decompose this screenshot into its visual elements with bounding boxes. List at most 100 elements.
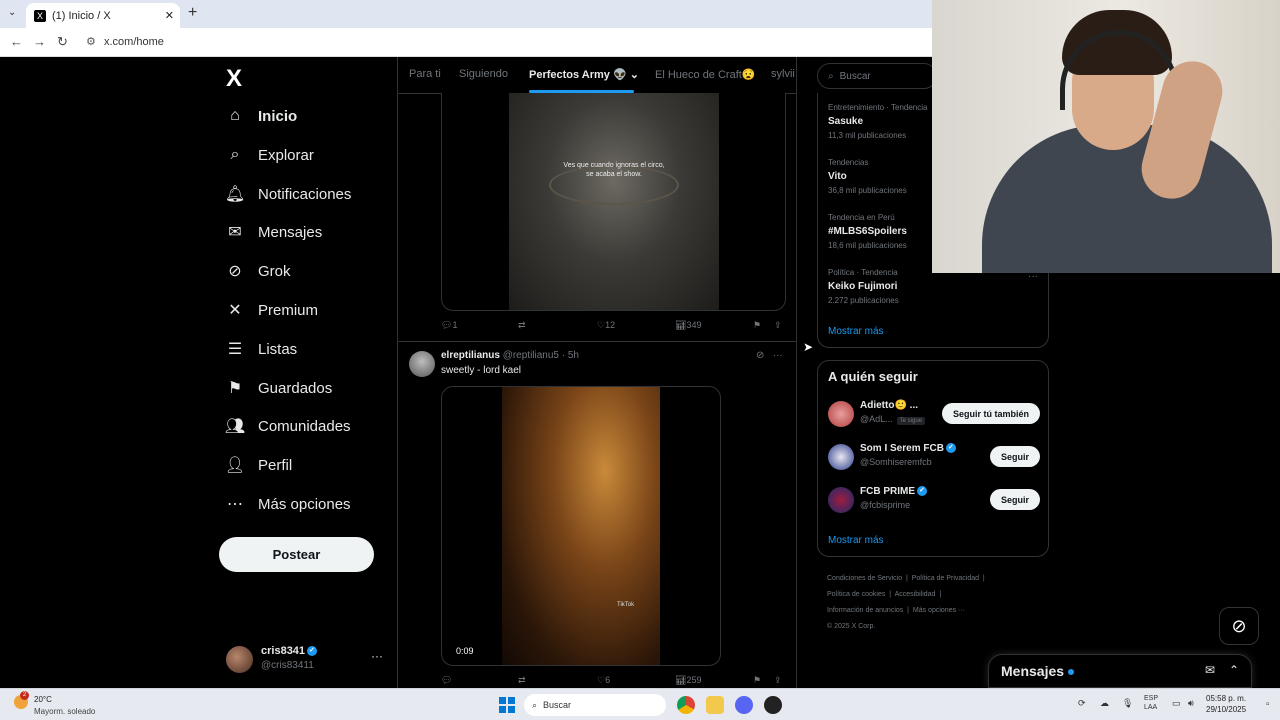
search-input[interactable]: ⌕ Buscar — [817, 63, 937, 89]
trends-show-more-link[interactable]: Mostrar más — [828, 326, 884, 337]
footer-link[interactable]: Más opciones ··· — [913, 607, 965, 614]
discord-icon[interactable] — [735, 696, 753, 714]
x-logo-icon[interactable]: X — [226, 65, 242, 93]
mic-icon[interactable]: 🎙︎ — [1122, 698, 1133, 709]
author-name[interactable]: elreptilianus — [441, 350, 500, 361]
tab-sylvii[interactable]: sylvii — [771, 68, 795, 80]
footer-link[interactable]: Política de Privacidad — [912, 575, 979, 582]
post-button[interactable]: Postear — [219, 537, 374, 572]
grok-icon: ⊘ — [228, 263, 242, 280]
site-info-icon[interactable]: ⚙ — [86, 35, 96, 48]
share-icon[interactable]: ⇪ — [774, 320, 782, 331]
tab-hueco-de-craft[interactable]: El Hueco de Craft😧 — [655, 68, 756, 81]
avatar[interactable] — [409, 351, 435, 377]
nav-item-notifications[interactable]: 🔔︎ Notificaciones — [225, 179, 352, 209]
follow-button[interactable]: Seguir — [989, 489, 1040, 510]
trend-count: 2.272 publicaciones — [828, 296, 899, 305]
footer-link[interactable]: Condiciones de Servicio — [827, 575, 902, 582]
follow-back-button[interactable]: Seguir tú también — [941, 403, 1040, 424]
chrome-icon[interactable] — [677, 696, 695, 714]
grok-floating-button[interactable]: ⊘ — [1219, 607, 1259, 645]
trend-title: Vito — [828, 171, 847, 182]
nav-item-premium[interactable]: ✕ Premium — [226, 295, 318, 325]
tab-for-you[interactable]: Para ti — [409, 68, 441, 80]
tab-title: (1) Inicio / X — [52, 9, 111, 22]
nav-item-explore[interactable]: ⌕ Explorar — [226, 140, 314, 170]
envelope-icon: ✉ — [228, 224, 242, 241]
nav-item-more[interactable]: ⋯ Más opciones — [226, 489, 351, 519]
volume-icon[interactable]: 🔊︎ — [1188, 698, 1194, 709]
nav-item-bookmarks[interactable]: ⚑ Guardados — [226, 373, 332, 403]
trend-item[interactable]: Tendencias Vito 36,8 mil publicaciones — [828, 158, 907, 195]
nav-item-messages[interactable]: ✉ Mensajes — [226, 217, 322, 247]
like-button[interactable]: ♡ 6 — [597, 675, 610, 686]
footer-link[interactable]: Accesibilidad — [895, 591, 936, 598]
more-icon[interactable]: ··· — [371, 649, 383, 663]
views-button[interactable]: 📊︎ 349 — [675, 320, 701, 331]
reply-button[interactable]: 💬︎ 1 — [441, 320, 457, 331]
trend-category: Tendencias — [828, 158, 869, 167]
system-clock[interactable]: 05:58 p. m. 29/10/2025 — [1206, 693, 1246, 715]
repost-icon[interactable]: ⇄ — [518, 320, 526, 331]
nav-item-profile[interactable]: 👤︎ Perfil — [225, 450, 292, 480]
nav-item-home[interactable]: ⌂ Inicio — [226, 101, 297, 131]
suggestion-row[interactable]: Som I Serem FCB ✓ @Somhiseremfcb Seguir — [828, 442, 1040, 474]
trend-item[interactable]: Entretenimiento · Tendencia Sasuke 11,3 … — [828, 103, 927, 140]
reply-icon[interactable]: 💬︎ — [441, 675, 452, 686]
who-show-more-link[interactable]: Mostrar más — [828, 535, 884, 546]
footer-link[interactable]: Política de cookies — [827, 591, 885, 598]
bookmark-icon[interactable]: ⚑ — [753, 675, 761, 686]
account-switcher[interactable]: cris8341 ✓ @cris83411 ··· — [226, 642, 386, 674]
expand-up-icon[interactable]: ⌃ — [1229, 663, 1239, 677]
tweet-image[interactable]: Ves que cuando ignoras el circo, se acab… — [441, 93, 786, 311]
view-count: 349 — [686, 320, 702, 330]
network-icon[interactable]: ▭ — [1172, 698, 1181, 709]
like-button[interactable]: ♡ 12 — [597, 320, 615, 331]
browser-tab[interactable]: X (1) Inicio / X ✕ — [26, 3, 180, 28]
clock-date: 29/10/2025 — [1206, 705, 1247, 714]
reload-icon[interactable]: ↻ — [57, 34, 68, 50]
forward-icon[interactable]: → — [33, 34, 46, 49]
taskbar-search[interactable]: ⌕ Buscar — [524, 694, 666, 716]
repost-icon[interactable]: ⇄ — [518, 675, 526, 686]
sync-icon[interactable]: ⟳ — [1078, 698, 1086, 709]
nav-item-grok[interactable]: ⊘ Grok — [226, 256, 290, 286]
nav-label: Guardados — [258, 379, 333, 397]
share-icon[interactable]: ⇪ — [774, 675, 782, 686]
clock-time: 05:58 p. m. — [1206, 694, 1247, 703]
grok-icon[interactable]: ⊘ — [756, 350, 764, 361]
back-icon[interactable]: ← — [10, 34, 23, 49]
language-indicator[interactable]: ESP LAA — [1144, 694, 1158, 712]
cloud-icon[interactable]: ☁ — [1100, 698, 1109, 709]
windows-start-icon[interactable] — [499, 697, 515, 713]
suggestion-name: Som I Serem FCB — [860, 443, 944, 454]
tweet-time[interactable]: · 5h — [562, 350, 579, 361]
tab-following[interactable]: Siguiendo — [459, 68, 508, 80]
tab-perfectos-army[interactable]: Perfectos Army 👽 ⌄ — [529, 68, 639, 81]
trend-item[interactable]: Tendencia en Perú #MLBS6Spoilers 18,6 mi… — [828, 213, 907, 250]
more-icon[interactable]: ··· — [773, 350, 783, 361]
tweet-video[interactable]: TikTok 0:09 — [441, 386, 721, 666]
tab-close-icon[interactable]: ✕ — [165, 9, 174, 22]
nav-item-communities[interactable]: 👥︎ Comunidades — [225, 411, 351, 441]
tweet-tools: ⊘ ··· — [756, 350, 783, 361]
nav-item-lists[interactable]: ☰ Listas — [226, 334, 297, 364]
author-handle[interactable]: @reptilianu5 — [503, 350, 559, 361]
bookmark-icon[interactable]: ⚑ — [753, 320, 761, 331]
nav-label: Explorar — [258, 146, 314, 164]
notifications-icon[interactable]: ▫ — [1266, 699, 1270, 710]
suggestion-row[interactable]: Adietto🙂 ... @AdL... Te sigue Seguir tú t… — [828, 399, 1040, 431]
footer-link[interactable]: Información de anuncios — [827, 607, 903, 614]
file-explorer-icon[interactable] — [706, 696, 724, 714]
new-tab-icon[interactable]: + — [188, 4, 197, 22]
trend-item[interactable]: Política · Tendencia Keiko Fujimori 2.27… — [828, 268, 899, 305]
tab-search-icon[interactable]: ⌄ — [8, 7, 16, 18]
compose-message-icon[interactable]: ✉ — [1205, 663, 1215, 677]
views-button[interactable]: 📊︎ 259 — [675, 675, 701, 686]
x-icon: ✕ — [228, 302, 242, 319]
follow-button[interactable]: Seguir — [989, 446, 1040, 467]
url-field[interactable]: x.com/home — [104, 36, 164, 48]
obs-icon[interactable] — [764, 696, 782, 714]
messages-drawer[interactable]: Mensajes ✉ ⌃ — [988, 654, 1252, 688]
suggestion-row[interactable]: FCB PRIME ✓ @fcbisprime Seguir — [828, 485, 1040, 517]
